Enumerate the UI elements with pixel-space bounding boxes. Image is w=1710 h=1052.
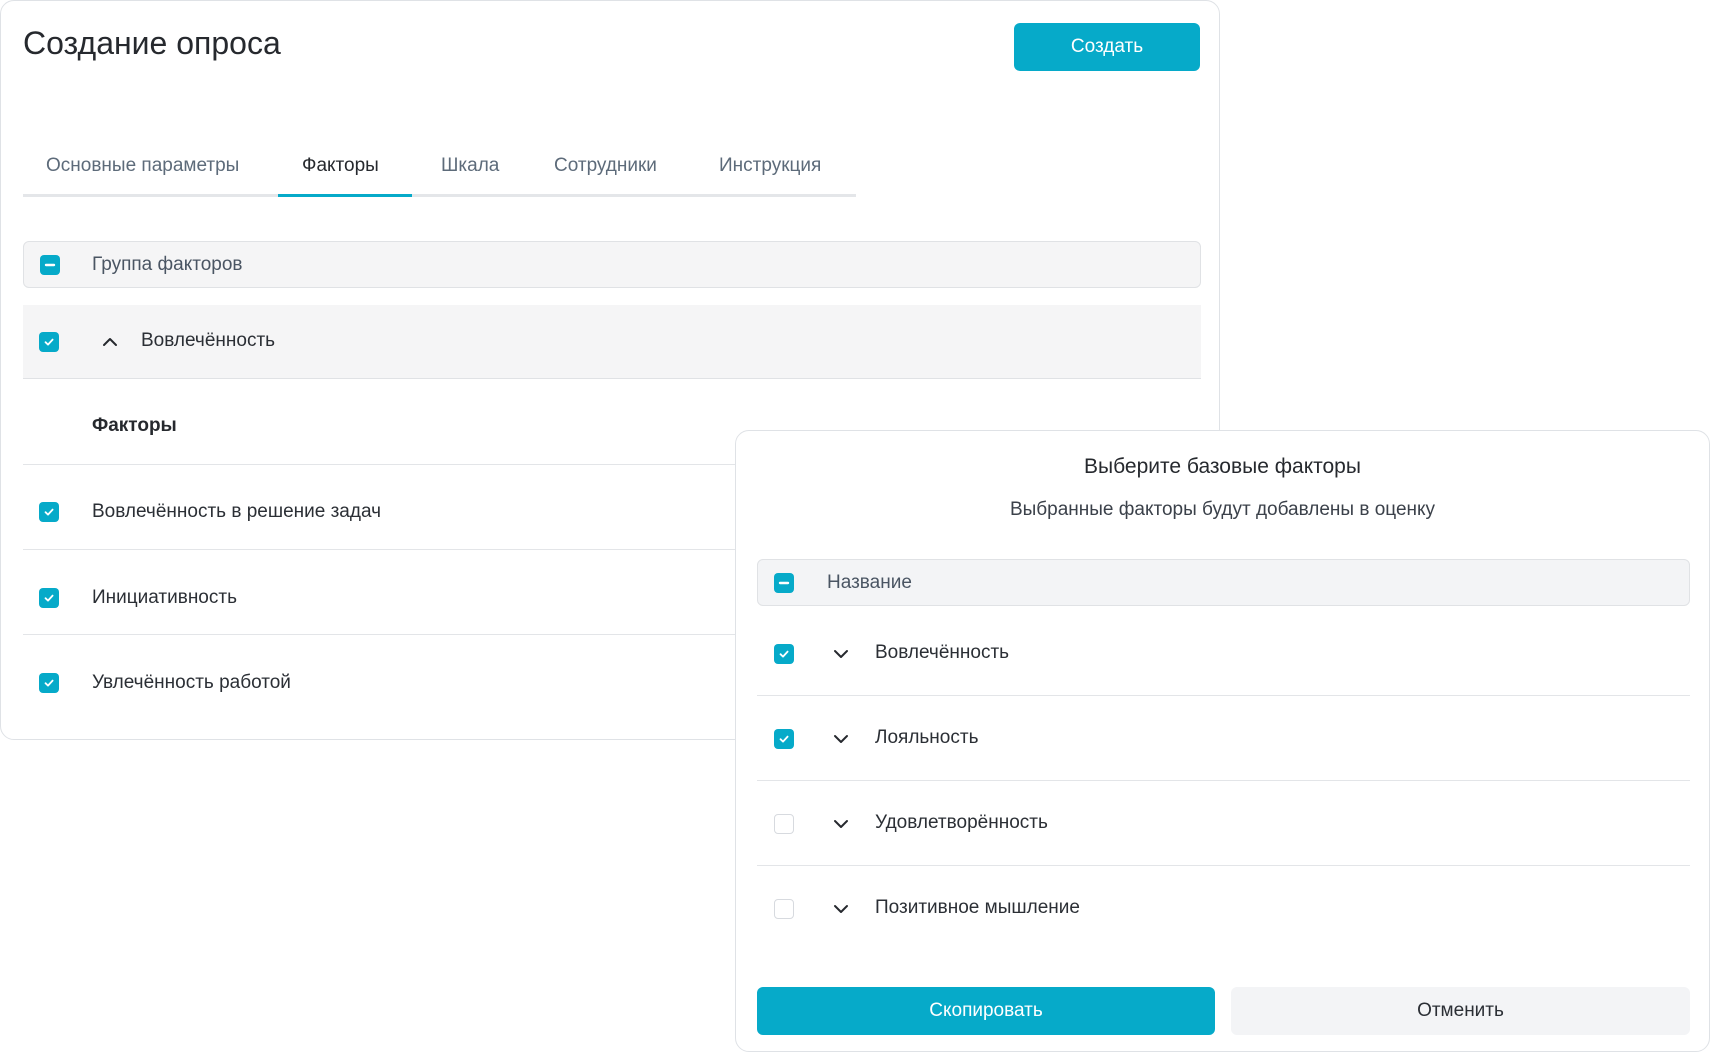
factor-label: Вовлечённость в решение задач	[92, 501, 381, 522]
factor-checkbox[interactable]	[39, 673, 59, 693]
minus-icon	[44, 263, 56, 267]
factor-checkbox[interactable]	[39, 502, 59, 522]
select-all-checkbox[interactable]	[774, 573, 794, 593]
check-icon	[44, 594, 54, 602]
dialog-row: Лояльность	[757, 696, 1690, 781]
factor-row: Вовлечённость в решение задач	[23, 492, 741, 532]
select-all-checkbox[interactable]	[40, 255, 60, 275]
dialog-row: Удовлетворённость	[757, 781, 1690, 866]
active-tab-indicator	[278, 194, 412, 197]
cancel-button[interactable]: Отменить	[1231, 987, 1690, 1035]
dialog-table-header: Название	[757, 559, 1690, 606]
factor-group-header: Группа факторов	[23, 241, 1201, 288]
row-checkbox[interactable]	[774, 814, 794, 834]
factors-section-title: Факторы	[92, 415, 177, 436]
chevron-down-icon[interactable]	[832, 903, 850, 915]
category-row: Вовлечённость	[23, 305, 1201, 379]
factor-label: Инициативность	[92, 587, 237, 608]
check-icon	[44, 508, 54, 516]
divider	[23, 634, 741, 635]
check-icon	[779, 735, 789, 743]
tab-employees[interactable]: Сотрудники	[554, 155, 657, 177]
tab-factors[interactable]: Факторы	[302, 155, 379, 177]
row-label: Вовлечённость	[875, 642, 1010, 663]
column-header-name: Название	[827, 572, 912, 593]
dialog-row: Вовлечённость	[757, 611, 1690, 696]
tab-bar: Основные параметры Факторы Шкала Сотрудн…	[23, 145, 856, 197]
tab-scale[interactable]: Шкала	[441, 155, 499, 177]
category-checkbox[interactable]	[39, 332, 59, 352]
divider	[23, 549, 741, 550]
copy-button[interactable]: Скопировать	[757, 987, 1215, 1035]
create-button[interactable]: Создать	[1014, 23, 1200, 71]
chevron-down-icon[interactable]	[832, 818, 850, 830]
divider	[23, 464, 741, 465]
chevron-down-icon[interactable]	[832, 733, 850, 745]
factor-row: Инициативность	[23, 578, 741, 618]
row-label: Позитивное мышление	[875, 897, 1080, 918]
row-label: Удовлетворённость	[875, 812, 1048, 833]
factor-checkbox[interactable]	[39, 588, 59, 608]
page-title: Создание опроса	[23, 25, 281, 61]
check-icon	[44, 679, 54, 687]
minus-icon	[778, 581, 790, 585]
check-icon	[44, 338, 54, 346]
check-icon	[779, 650, 789, 658]
factor-label: Увлечённость работой	[92, 672, 291, 693]
tab-instruction[interactable]: Инструкция	[719, 155, 821, 177]
row-checkbox[interactable]	[774, 644, 794, 664]
select-base-factors-dialog: Выберите базовые факторы Выбранные факто…	[735, 430, 1710, 1052]
factor-row: Увлечённость работой	[23, 663, 741, 703]
row-label: Лояльность	[875, 727, 979, 748]
dialog-subtitle: Выбранные факторы будут добавлены в оцен…	[1009, 499, 1436, 520]
dialog-title: Выберите базовые факторы	[1084, 455, 1361, 478]
chevron-down-icon[interactable]	[832, 648, 850, 660]
category-label: Вовлечённость	[141, 330, 276, 351]
chevron-up-icon[interactable]	[101, 336, 119, 348]
factor-group-header-label: Группа факторов	[92, 254, 243, 275]
row-checkbox[interactable]	[774, 899, 794, 919]
tab-main-parameters[interactable]: Основные параметры	[46, 155, 239, 177]
dialog-row: Позитивное мышление	[757, 866, 1690, 951]
row-checkbox[interactable]	[774, 729, 794, 749]
